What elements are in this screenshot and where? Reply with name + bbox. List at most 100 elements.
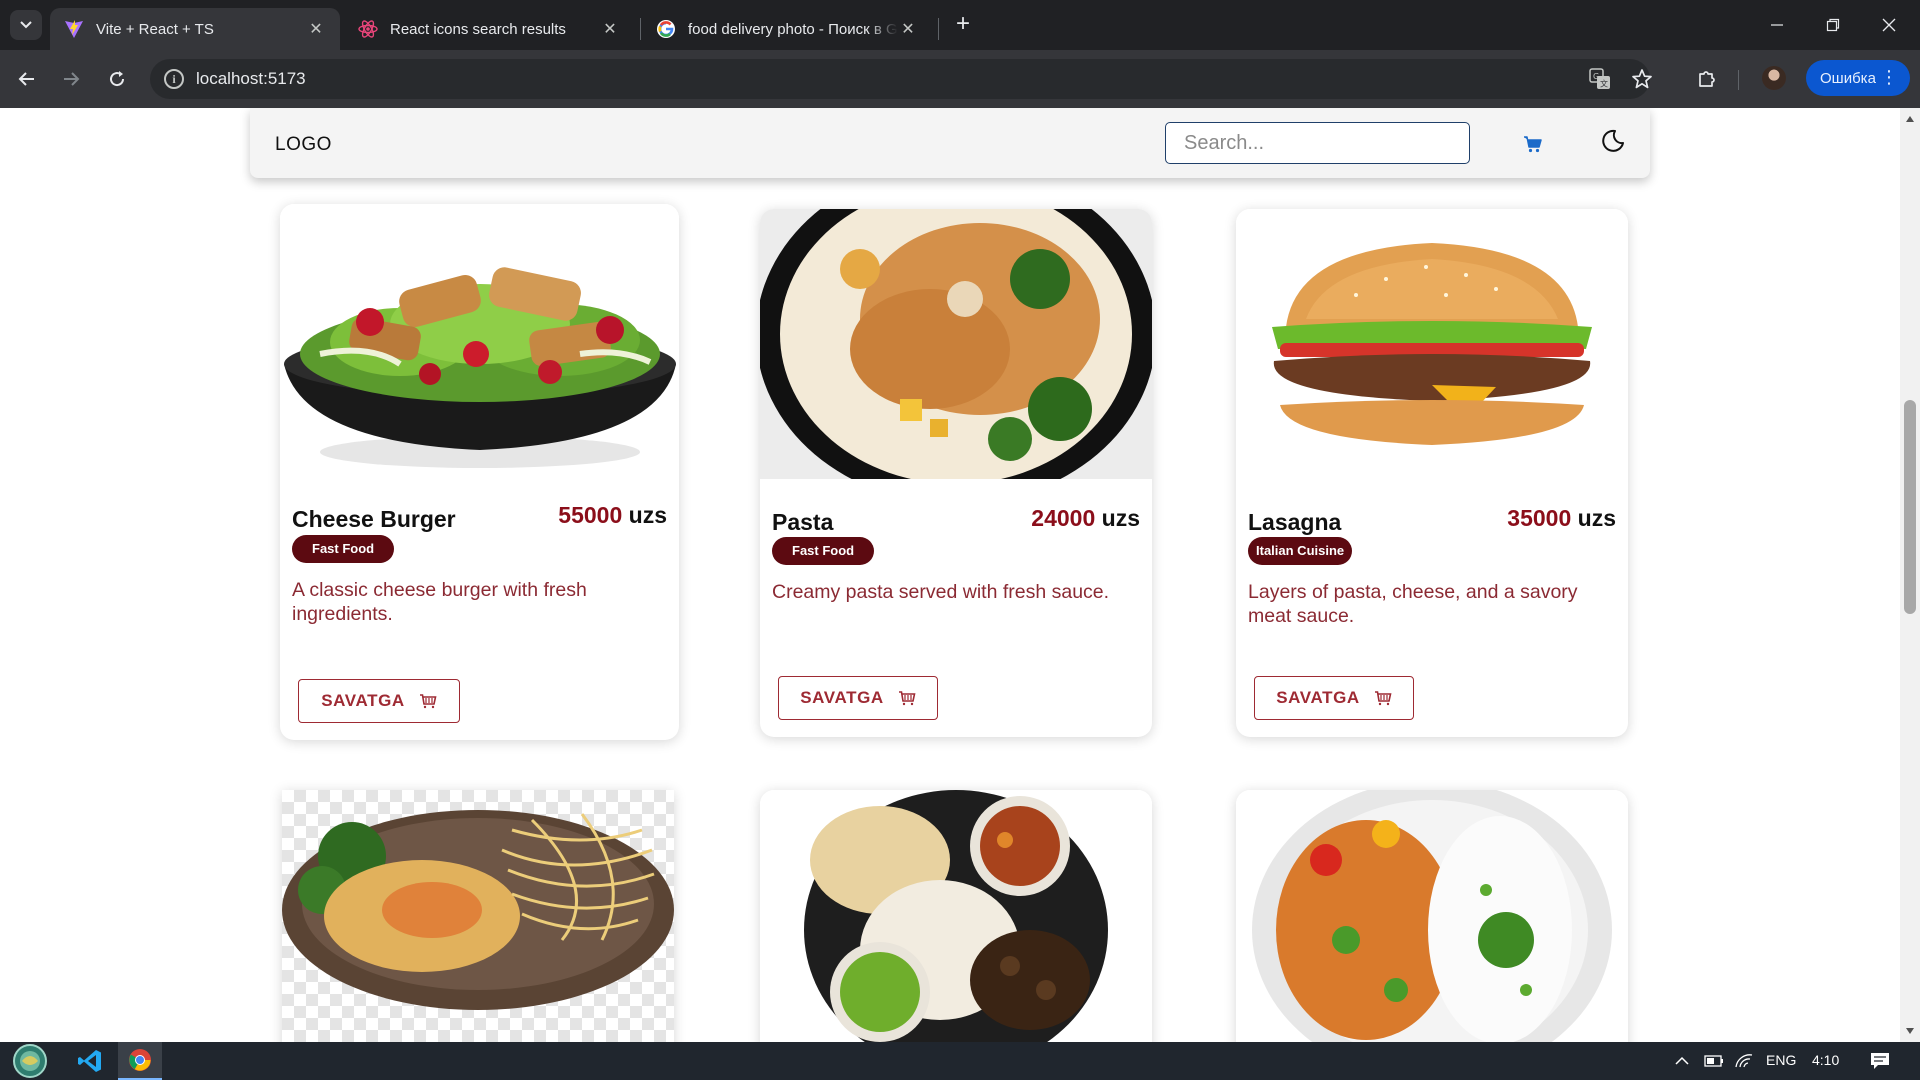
- product-card: Cheese Burger 55000 uzs Fast Food A clas…: [280, 204, 679, 740]
- chevron-down-icon: [20, 21, 32, 29]
- price-value: 24000: [1031, 505, 1096, 531]
- tab-separator: [640, 18, 641, 40]
- reload-icon: [110, 71, 125, 87]
- close-icon[interactable]: ✕: [898, 19, 918, 39]
- system-clock[interactable]: 4:10: [1812, 1052, 1839, 1068]
- vite-icon: [64, 19, 84, 39]
- page-scrollbar[interactable]: [1900, 108, 1920, 1042]
- product-image: [760, 790, 1152, 1042]
- address-bar[interactable]: i localhost:5173 G文: [150, 59, 1652, 99]
- product-image: [1236, 790, 1628, 1042]
- product-card: [1236, 790, 1628, 1042]
- os-taskbar: ENG 4:10: [0, 1042, 1920, 1080]
- cart-button[interactable]: [1522, 133, 1544, 155]
- extensions-button[interactable]: [1692, 64, 1722, 94]
- add-to-cart-button[interactable]: SAVATGA: [778, 676, 938, 720]
- tab-react-icons[interactable]: React icons search results ✕: [344, 8, 634, 50]
- add-to-cart-label: SAVATGA: [1276, 688, 1360, 707]
- product-name: Cheese Burger: [292, 506, 456, 532]
- close-window-button[interactable]: [1866, 10, 1912, 40]
- wifi-icon[interactable]: [1732, 1042, 1756, 1080]
- category-badge: Fast Food: [772, 537, 875, 565]
- product-price: 55000 uzs: [558, 502, 667, 529]
- product-description: Layers of pasta, cheese, and a savory me…: [1248, 581, 1578, 627]
- product-image: [1236, 209, 1628, 479]
- category-badge: Fast Food: [292, 535, 395, 563]
- forward-button[interactable]: [56, 64, 86, 94]
- bookmark-star-icon[interactable]: [1630, 67, 1654, 91]
- battery-icon[interactable]: [1702, 1042, 1726, 1080]
- chrome-taskbar-icon[interactable]: [118, 1042, 162, 1080]
- svg-text:文: 文: [1600, 79, 1608, 89]
- product-card: [282, 790, 674, 1042]
- browser-tab-strip: Vite + React + TS ✕ React icons search r…: [0, 0, 1920, 50]
- product-card: [760, 790, 1152, 1042]
- close-icon[interactable]: ✕: [600, 19, 620, 39]
- product-description: Creamy pasta served with fresh sauce.: [772, 581, 1110, 603]
- notification-center-icon[interactable]: [1862, 1042, 1898, 1080]
- site-info-icon[interactable]: i: [164, 69, 184, 89]
- google-icon: [656, 19, 676, 39]
- product-image: [760, 209, 1152, 504]
- tab-separator: [938, 18, 939, 40]
- product-card: Pasta 24000 uzs Fast Food Creamy pasta s…: [760, 209, 1152, 737]
- cart-icon: [1374, 691, 1392, 706]
- tab-vite-react[interactable]: Vite + React + TS ✕: [50, 8, 340, 50]
- tab-title: food delivery photo - Поиск в Google: [688, 20, 898, 38]
- profile-avatar[interactable]: [1762, 66, 1786, 90]
- chevron-up-icon[interactable]: [1670, 1042, 1694, 1080]
- arrow-right-icon: [64, 72, 80, 86]
- product-image: [282, 790, 674, 1042]
- add-to-cart-label: SAVATGA: [800, 688, 884, 707]
- price-value: 55000: [558, 502, 623, 528]
- site-logo[interactable]: LOGO: [275, 134, 332, 156]
- add-to-cart-button[interactable]: SAVATGA: [298, 679, 460, 723]
- tab-search-button[interactable]: [10, 10, 42, 40]
- profile-error-button[interactable]: Ошибка ⋮: [1806, 60, 1910, 96]
- close-icon[interactable]: ✕: [306, 19, 326, 39]
- add-to-cart-label: SAVATGA: [321, 691, 405, 710]
- price-currency: uzs: [628, 502, 667, 528]
- new-tab-button[interactable]: +: [950, 12, 976, 38]
- search-input[interactable]: [1165, 122, 1470, 164]
- price-value: 35000: [1507, 505, 1572, 531]
- windows-orb-icon: [13, 1044, 47, 1078]
- tab-google-search[interactable]: food delivery photo - Поиск в Google ✕: [642, 8, 932, 50]
- add-to-cart-button[interactable]: SAVATGA: [1254, 676, 1414, 720]
- product-name: Pasta: [772, 509, 834, 535]
- restore-button[interactable]: [1810, 10, 1856, 40]
- tab-title: React icons search results: [390, 20, 566, 38]
- reload-button[interactable]: [102, 64, 132, 94]
- theme-toggle-button[interactable]: [1600, 128, 1626, 154]
- vscode-taskbar-icon[interactable]: [68, 1042, 112, 1080]
- product-card: Lasagna 35000 uzs Italian Cuisine Layers…: [1236, 209, 1628, 737]
- react-icon: [358, 19, 378, 39]
- cart-icon: [419, 694, 437, 709]
- translate-icon[interactable]: G文: [1588, 67, 1612, 91]
- back-button[interactable]: [12, 64, 42, 94]
- scroll-down-icon[interactable]: [1906, 1028, 1914, 1034]
- restore-icon: [1826, 18, 1840, 32]
- profile-error-label: Ошибка: [1820, 69, 1876, 87]
- scrollbar-thumb[interactable]: [1904, 400, 1916, 614]
- puzzle-icon: [1699, 71, 1715, 87]
- cart-icon: [1524, 136, 1542, 153]
- cart-icon: [898, 691, 916, 706]
- product-description: A classic cheese burger with fresh ingre…: [292, 579, 587, 625]
- more-vert-icon[interactable]: ⋮: [1880, 68, 1898, 86]
- product-name: Lasagna: [1248, 509, 1342, 535]
- browser-toolbar: i localhost:5173 G文: [0, 50, 1920, 108]
- start-button[interactable]: [6, 1042, 54, 1080]
- minimize-icon: [1771, 24, 1783, 26]
- tab-title: Vite + React + TS: [96, 20, 214, 38]
- url-text[interactable]: localhost:5173: [196, 69, 306, 89]
- scroll-up-icon[interactable]: [1906, 116, 1914, 122]
- toolbar-divider: [1738, 70, 1739, 90]
- site-header: LOGO: [250, 108, 1650, 178]
- product-price: 24000 uzs: [1031, 505, 1140, 532]
- product-image: [280, 204, 679, 484]
- product-price: 35000 uzs: [1507, 505, 1616, 532]
- keyboard-language[interactable]: ENG: [1766, 1052, 1796, 1068]
- minimize-button[interactable]: [1754, 10, 1800, 40]
- arrow-left-icon: [18, 72, 34, 86]
